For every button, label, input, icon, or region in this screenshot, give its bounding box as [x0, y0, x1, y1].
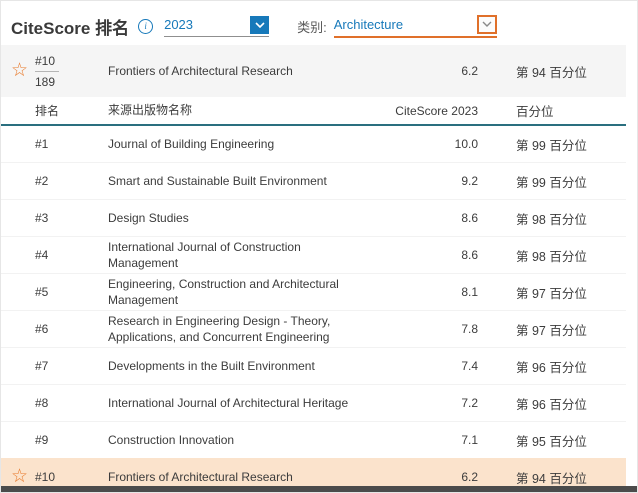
- table-row[interactable]: #1 Journal of Building Engineering 10.0 …: [1, 126, 626, 162]
- table-row[interactable]: #6 Research in Engineering Design - Theo…: [1, 310, 626, 347]
- source-title: Smart and Sustainable Built Environment: [108, 173, 383, 189]
- citescore-value: 8.6: [383, 248, 478, 262]
- percentile-value: 第 99 百分位: [478, 172, 626, 191]
- percentile-value: 第 98 百分位: [478, 209, 626, 228]
- percentile-value: 第 96 百分位: [478, 357, 626, 376]
- table-row[interactable]: #7 Developments in the Built Environment…: [1, 347, 626, 384]
- rank-cell: #4: [35, 248, 108, 262]
- rank-cell: #7: [35, 359, 108, 373]
- citescore-value: 8.1: [383, 285, 478, 299]
- source-column-header: 来源出版物名称: [108, 102, 383, 118]
- citescore-value: 10.0: [383, 137, 478, 151]
- summary-source-title: Frontiers of Architectural Research: [108, 63, 383, 79]
- star-icon[interactable]: ☆: [11, 467, 28, 486]
- rank-column-header: 排名: [35, 102, 108, 119]
- rank-cell: #6: [35, 322, 108, 336]
- star-cell: ☆: [1, 61, 35, 81]
- category-label: 类别:: [297, 17, 327, 36]
- percentile-value: 第 94 百分位: [478, 468, 626, 487]
- rank-cell: #5: [35, 285, 108, 299]
- table-content: ☆ #10 189 Frontiers of Architectural Res…: [1, 45, 626, 493]
- source-title: International Journal of Architectural H…: [108, 395, 383, 411]
- summary-citescore: 6.2: [383, 64, 478, 78]
- citescore-value: 7.1: [383, 433, 478, 447]
- info-icon[interactable]: i: [138, 19, 153, 34]
- source-title: Frontiers of Architectural Research: [108, 469, 383, 485]
- topbar: CiteScore 排名 i 2023 类别: Architecture: [1, 1, 637, 45]
- source-title: Journal of Building Engineering: [108, 136, 383, 152]
- summary-rank: #10: [35, 54, 59, 72]
- citescore-value: 6.2: [383, 470, 478, 484]
- rank-cell: #8: [35, 396, 108, 410]
- source-title: Research in Engineering Design - Theory,…: [108, 313, 383, 345]
- summary-percentile: 第 94 百分位: [478, 62, 626, 81]
- bottom-divider-bar: [1, 486, 637, 492]
- pinned-summary-row[interactable]: ☆ #10 189 Frontiers of Architectural Res…: [1, 45, 626, 97]
- citescore-value: 9.2: [383, 174, 478, 188]
- year-select[interactable]: 2023: [164, 16, 269, 37]
- rank-cell: #10: [35, 470, 108, 484]
- table-row[interactable]: #4 International Journal of Construction…: [1, 236, 626, 273]
- table-row[interactable]: #2 Smart and Sustainable Built Environme…: [1, 162, 626, 199]
- citescore-value: 7.4: [383, 359, 478, 373]
- citescore-value: 7.8: [383, 322, 478, 336]
- percentile-value: 第 97 百分位: [478, 320, 626, 339]
- percentile-value: 第 98 百分位: [478, 246, 626, 265]
- citescore-rank-panel: CiteScore 排名 i 2023 类别: Architecture ☆ #…: [0, 0, 638, 493]
- citescore-value: 8.6: [383, 211, 478, 225]
- citescore-column-header: CiteScore 2023: [383, 104, 478, 118]
- rank-cell: #2: [35, 174, 108, 188]
- percentile-value: 第 95 百分位: [478, 431, 626, 450]
- table-header-row: 排名 来源出版物名称 CiteScore 2023 百分位: [1, 97, 626, 126]
- percentile-value: 第 97 百分位: [478, 283, 626, 302]
- page-title: CiteScore 排名: [11, 14, 129, 39]
- rank-cell: #1: [35, 137, 108, 151]
- rank-fraction: #10 189: [35, 54, 108, 89]
- source-title: Developments in the Built Environment: [108, 358, 383, 374]
- star-icon[interactable]: ☆: [11, 61, 28, 80]
- year-select-value: 2023: [164, 16, 193, 34]
- percentile-column-header: 百分位: [478, 101, 626, 120]
- source-title: Construction Innovation: [108, 432, 383, 448]
- star-cell: ☆: [1, 467, 35, 487]
- source-title: Design Studies: [108, 210, 383, 226]
- table-row[interactable]: #9 Construction Innovation 7.1 第 95 百分位: [1, 421, 626, 458]
- source-title: Engineering, Construction and Architectu…: [108, 276, 383, 308]
- category-select[interactable]: Architecture: [334, 15, 497, 38]
- rank-cell: #9: [35, 433, 108, 447]
- source-title: International Journal of Construction Ma…: [108, 239, 383, 271]
- table-row[interactable]: #8 International Journal of Architectura…: [1, 384, 626, 421]
- citescore-value: 7.2: [383, 396, 478, 410]
- category-select-value: Architecture: [334, 16, 403, 34]
- table-row[interactable]: #3 Design Studies 8.6 第 98 百分位: [1, 199, 626, 236]
- table-row[interactable]: #5 Engineering, Construction and Archite…: [1, 273, 626, 310]
- chevron-down-icon: [250, 16, 269, 34]
- chevron-down-icon: [477, 15, 497, 34]
- summary-total: 189: [35, 75, 108, 89]
- percentile-value: 第 96 百分位: [478, 394, 626, 413]
- rank-cell: #3: [35, 211, 108, 225]
- percentile-value: 第 99 百分位: [478, 135, 626, 154]
